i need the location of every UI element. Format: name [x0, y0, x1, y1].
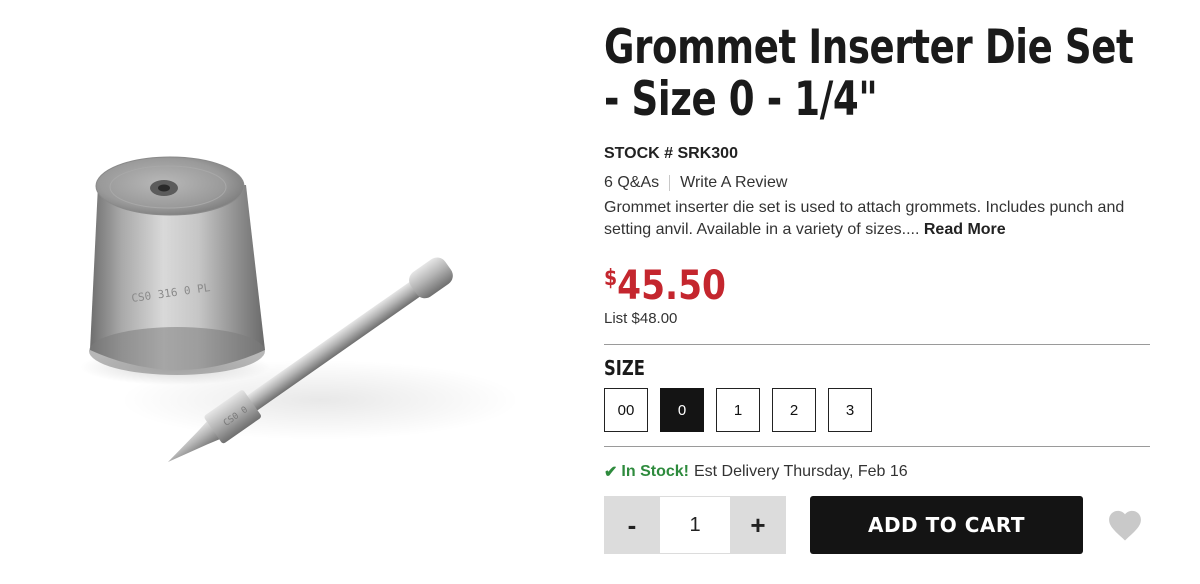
- title-line-1: Grommet Inserter Die Set: [604, 20, 1134, 75]
- decrement-button[interactable]: -: [604, 496, 660, 554]
- in-stock-label: In Stock!: [621, 463, 689, 480]
- quantity-input[interactable]: 1: [660, 496, 730, 554]
- size-option-2[interactable]: 2: [772, 388, 816, 432]
- price-currency: $: [604, 266, 618, 291]
- qa-link[interactable]: 6 Q&As: [604, 174, 659, 192]
- meta-divider: [669, 175, 671, 191]
- product-title: Grommet Inserter Die Set - Size 0 - 1/4": [604, 20, 1134, 127]
- sale-price: $45.50: [604, 264, 726, 308]
- title-line-2: - Size 0 - 1/4": [604, 72, 878, 127]
- size-option-3[interactable]: 3: [828, 388, 872, 432]
- product-meta-links: 6 Q&As Write A Review: [604, 174, 787, 192]
- check-icon: ✔: [604, 464, 618, 481]
- divider: [604, 344, 1150, 345]
- product-description: Grommet inserter die set is used to atta…: [604, 197, 1144, 241]
- size-option-0[interactable]: 0: [660, 388, 704, 432]
- stock-number: STOCK # SRK300: [604, 145, 738, 162]
- size-label: SIZE: [604, 356, 646, 380]
- divider: [604, 446, 1150, 447]
- product-image[interactable]: CS0 316 0 PL CS0 0: [0, 0, 560, 584]
- description-text: Grommet inserter die set is used to atta…: [604, 199, 1125, 238]
- price-amount: 45.50: [617, 263, 726, 309]
- size-option-1[interactable]: 1: [716, 388, 760, 432]
- heart-icon: [1109, 510, 1141, 541]
- size-option-00[interactable]: 00: [604, 388, 648, 432]
- quantity-stepper: - 1 +: [604, 496, 786, 554]
- read-more-link[interactable]: Read More: [924, 221, 1006, 238]
- add-to-cart-button[interactable]: ADD TO CART: [810, 496, 1083, 554]
- size-options: 00 0 1 2 3: [604, 388, 872, 432]
- delivery-estimate: Est Delivery Thursday, Feb 16: [693, 463, 908, 480]
- write-review-link[interactable]: Write A Review: [680, 174, 787, 192]
- increment-button[interactable]: +: [730, 496, 786, 554]
- availability: ✔ In Stock! Est Delivery Thursday, Feb 1…: [604, 462, 908, 482]
- wishlist-button[interactable]: [1106, 508, 1144, 542]
- list-price: List $48.00: [604, 310, 678, 327]
- die-set-illustration: CS0 316 0 PL CS0 0: [80, 156, 520, 462]
